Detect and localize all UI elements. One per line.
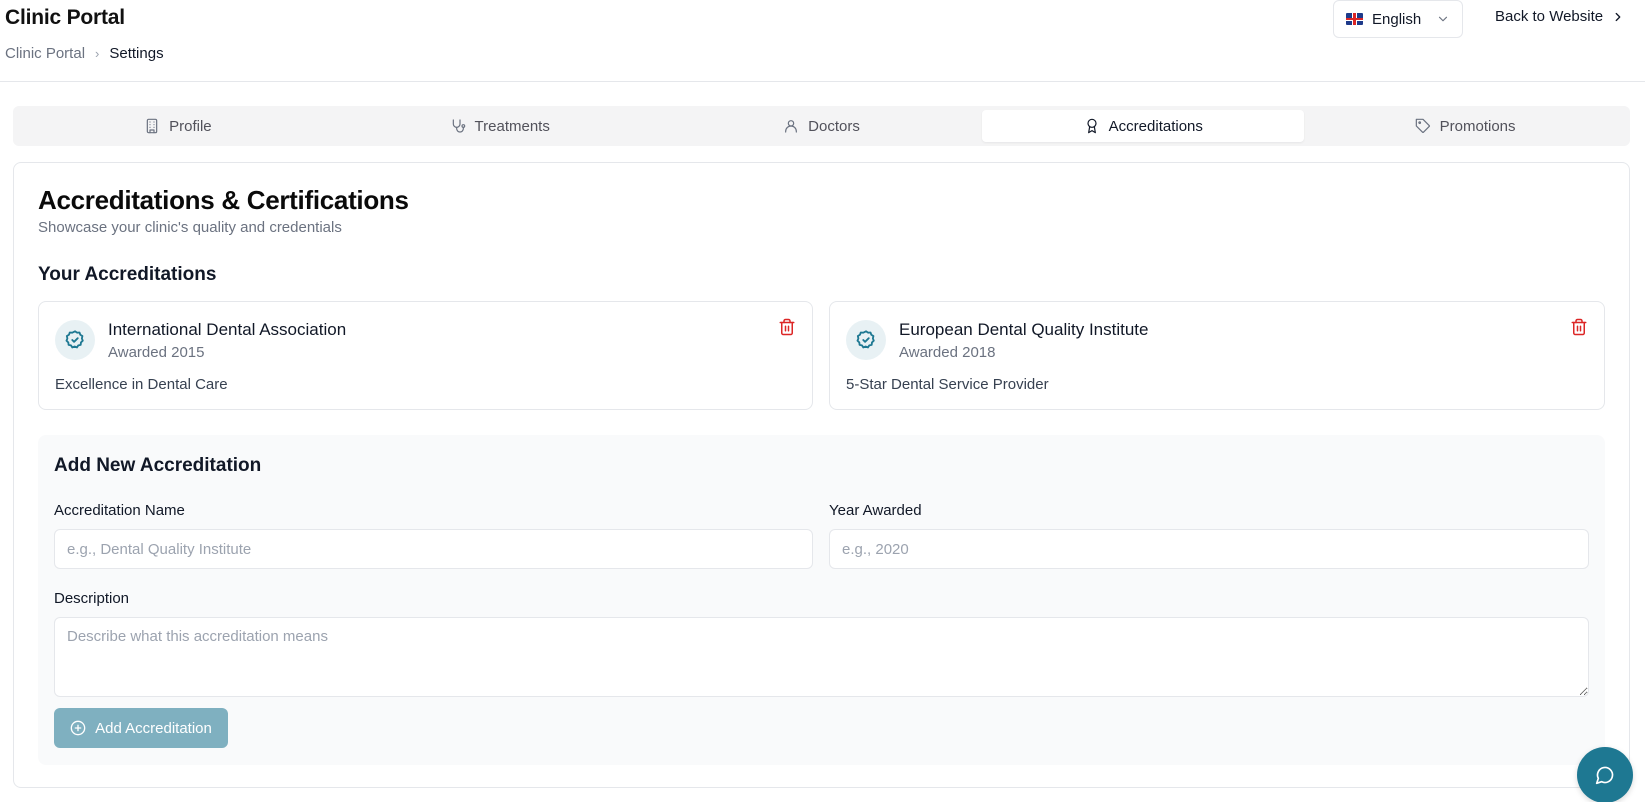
breadcrumb-separator: › [95,46,100,61]
language-selected-label: English [1372,10,1422,28]
building-icon [146,118,158,134]
add-accreditation-button[interactable]: Add Accreditation [54,708,228,748]
uk-flag-icon [1346,13,1363,25]
tab-doctors-label: Doctors [808,117,860,135]
accreditation-description: 5-Star Dental Service Provider [846,376,1049,393]
breadcrumb-current: Settings [109,45,164,62]
add-accreditation-title: Add New Accreditation [54,455,262,476]
stethoscope-icon [452,119,465,133]
tab-profile[interactable]: Profile [17,110,339,142]
tab-treatments[interactable]: Treatments [339,110,661,142]
back-to-website-link[interactable]: Back to Website [1495,8,1625,25]
tab-accreditations-label: Accreditations [1108,117,1203,135]
language-select[interactable]: English [1333,0,1463,38]
add-accreditation-button-label: Add Accreditation [95,719,212,737]
award-icon [1087,118,1097,134]
badge-check-icon [55,320,95,360]
accreditations-panel: Accreditations & Certifications Showcase… [13,162,1630,788]
chevron-down-icon [1438,16,1448,22]
chevron-right-icon [1615,12,1621,21]
trash-icon[interactable] [778,318,796,336]
accreditation-card: European Dental Quality Institute Awarde… [829,301,1605,410]
tab-promotions[interactable]: Promotions [1304,110,1626,142]
accreditations-list-title: Your Accreditations [38,264,217,285]
description-textarea[interactable] [54,617,1589,697]
back-to-website-label: Back to Website [1495,8,1604,25]
year-awarded-input[interactable] [829,529,1589,569]
year-awarded-label: Year Awarded [829,502,922,519]
page-subtitle: Showcase your clinic's quality and crede… [38,219,342,236]
top-header: Clinic Portal Clinic Portal › Settings E… [0,0,1645,82]
accreditation-name-label: Accreditation Name [54,502,185,519]
accreditation-card: International Dental Association Awarded… [38,301,813,410]
tag-icon [1415,118,1430,133]
tab-accreditations[interactable]: Accreditations [982,110,1305,142]
plus-circle-icon [70,720,86,736]
accreditation-name: European Dental Quality Institute [899,320,1149,339]
trash-icon[interactable] [1570,318,1588,336]
user-icon [785,120,798,133]
add-accreditation-form: Add New Accreditation Accreditation Name… [38,435,1605,765]
accreditation-name-input[interactable] [54,529,813,569]
tab-doctors[interactable]: Doctors [661,110,983,142]
accreditation-name: International Dental Association [108,320,347,339]
tab-promotions-label: Promotions [1439,117,1516,135]
breadcrumb: Clinic Portal › Settings [5,45,164,62]
description-label: Description [54,590,130,607]
accreditation-year: Awarded 2018 [899,344,996,361]
app-title: Clinic Portal [5,6,125,29]
chat-button[interactable] [1577,747,1633,802]
accreditation-description: Excellence in Dental Care [55,376,228,393]
settings-tabs: Profile Treatments Doctors Accreditation… [13,106,1630,146]
tab-profile-label: Profile [169,117,212,135]
tab-treatments-label: Treatments [474,117,550,135]
chat-bubble-icon [1595,766,1614,785]
breadcrumb-root-link[interactable]: Clinic Portal [5,45,85,62]
accreditation-year: Awarded 2015 [108,344,205,361]
page-title: Accreditations & Certifications [38,185,409,215]
badge-check-icon [846,320,886,360]
